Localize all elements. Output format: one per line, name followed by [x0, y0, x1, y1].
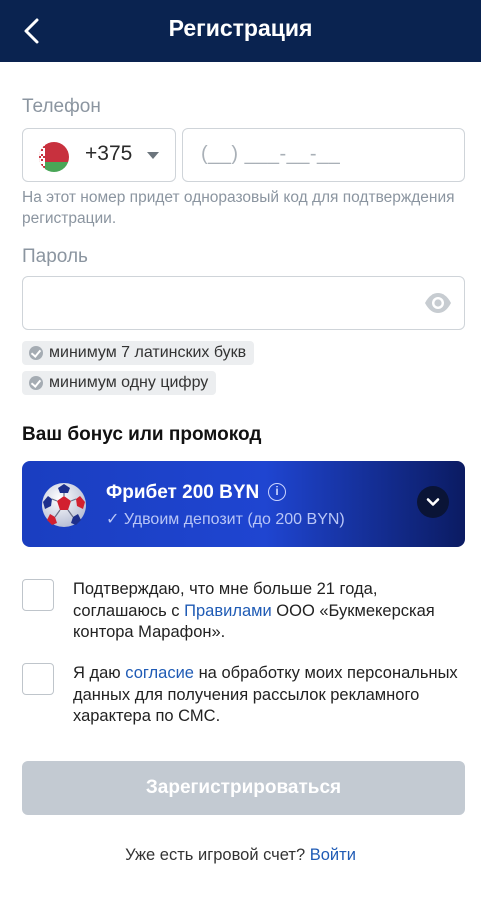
show-password-eye-icon[interactable] [424, 292, 452, 314]
register-button[interactable]: Зарегистрироваться [22, 761, 465, 815]
app-header: Регистрация [0, 0, 481, 62]
phone-hint: На этот номер придет одноразовый код для… [22, 189, 455, 227]
belarus-flag-icon [39, 142, 69, 172]
dropdown-caret-icon [147, 152, 159, 159]
consent-text-part: Я даю [73, 664, 126, 682]
check-circle-icon [29, 346, 43, 360]
phone-input[interactable]: (__) ___-__-__ [182, 128, 465, 182]
check-circle-icon [29, 376, 43, 390]
requirement-text: минимум 7 латинских букв [49, 344, 247, 361]
bonus-title: Фрибет 200 BYN [106, 482, 260, 503]
login-link[interactable]: Войти [310, 846, 356, 864]
consent-link[interactable]: согласие [125, 664, 194, 682]
password-label: Пароль [22, 246, 88, 267]
bonus-card[interactable]: Фрибет 200 BYN i ✓ Удвоим депозит (до 20… [22, 461, 465, 547]
chevron-down-icon [426, 498, 440, 506]
sms-consent-text: Я даю согласие на обработку моих персона… [73, 663, 465, 728]
info-icon[interactable]: i [268, 483, 286, 501]
phone-input-placeholder: (__) ___-__-__ [201, 143, 341, 165]
country-code-select[interactable]: +375 [22, 128, 176, 182]
password-requirement-letters: минимум 7 латинских букв [22, 341, 255, 365]
phone-label: Телефон [22, 96, 101, 117]
login-prompt: Уже есть игровой счет? Войти [0, 846, 481, 865]
age-consent-text: Подтверждаю, что мне больше 21 года, сог… [73, 579, 465, 644]
age-consent-checkbox[interactable] [22, 579, 54, 611]
login-prompt-text: Уже есть игровой счет? [125, 846, 310, 864]
soccer-ball-icon [42, 483, 86, 527]
expand-bonus-button[interactable] [417, 486, 449, 518]
rules-link[interactable]: Правилами [184, 602, 272, 620]
sms-consent-checkbox[interactable] [22, 663, 54, 695]
password-requirement-digit: минимум одну цифру [22, 371, 217, 395]
page-title: Регистрация [168, 15, 313, 41]
bonus-subtitle: ✓ Удвоим депозит (до 200 BYN) [106, 511, 345, 528]
bonus-section-title: Ваш бонус или промокод [22, 424, 262, 445]
requirement-text: минимум одну цифру [49, 374, 209, 391]
country-code-value: +375 [85, 142, 133, 165]
password-input[interactable] [22, 276, 465, 330]
